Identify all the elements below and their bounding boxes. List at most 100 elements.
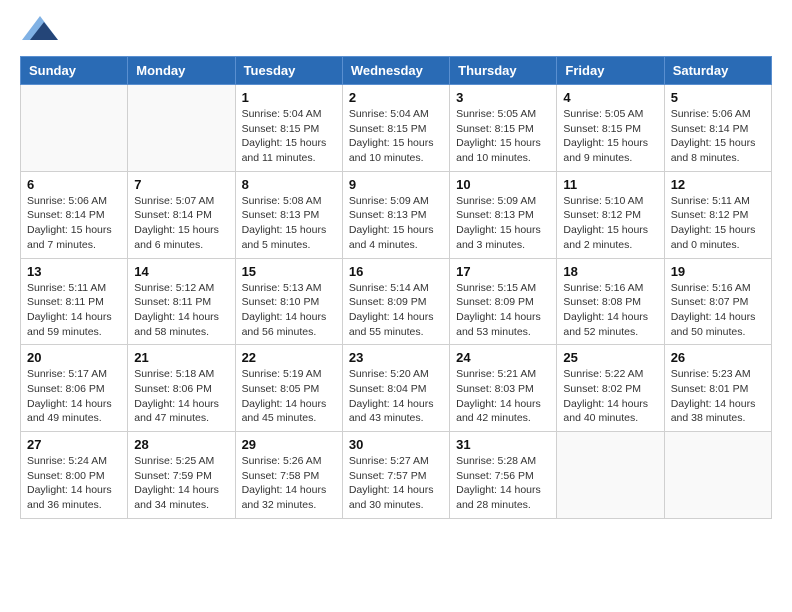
logo <box>20 20 58 40</box>
day-number: 14 <box>134 264 228 279</box>
day-info: Sunrise: 5:23 AM Sunset: 8:01 PM Dayligh… <box>671 367 765 426</box>
day-info: Sunrise: 5:19 AM Sunset: 8:05 PM Dayligh… <box>242 367 336 426</box>
calendar-cell: 24 Sunrise: 5:21 AM Sunset: 8:03 PM Dayli… <box>450 345 557 432</box>
calendar-week-row: 6Sunrise: 5:06 AM Sunset: 8:14 PM Daylig… <box>21 171 772 258</box>
day-number: 3 <box>456 90 550 105</box>
day-info: Sunrise: 5:21 AM Sunset: 8:03 PM Dayligh… <box>456 367 550 426</box>
day-info: Sunrise: 5:16 AM Sunset: 8:07 PM Dayligh… <box>671 281 765 340</box>
calendar-table: SundayMondayTuesdayWednesdayThursdayFrid… <box>20 56 772 519</box>
day-number: 1 <box>242 90 336 105</box>
calendar-cell: 29Sunrise: 5:26 AM Sunset: 7:58 PM Dayli… <box>235 432 342 519</box>
day-number: 9 <box>349 177 443 192</box>
day-number: 13 <box>27 264 121 279</box>
day-info: Sunrise: 5:15 AM Sunset: 8:09 PM Dayligh… <box>456 281 550 340</box>
day-number: 12 <box>671 177 765 192</box>
day-number: 2 <box>349 90 443 105</box>
day-info: Sunrise: 5:18 AM Sunset: 8:06 PM Dayligh… <box>134 367 228 426</box>
calendar-week-row: 20 Sunrise: 5:17 AM Sunset: 8:06 PM Dayli… <box>21 345 772 432</box>
calendar-cell <box>21 85 128 172</box>
day-number: 7 <box>134 177 228 192</box>
day-info: Sunrise: 5:26 AM Sunset: 7:58 PM Dayligh… <box>242 454 336 513</box>
calendar-cell: 28 Sunrise: 5:25 AM Sunset: 7:59 PM Dayli… <box>128 432 235 519</box>
day-number: 10 <box>456 177 550 192</box>
calendar-cell <box>664 432 771 519</box>
calendar-cell: 21 Sunrise: 5:18 AM Sunset: 8:06 PM Dayli… <box>128 345 235 432</box>
calendar-week-row: 1 Sunrise: 5:04 AM Sunset: 8:15 PM Daylig… <box>21 85 772 172</box>
calendar-cell: 4 Sunrise: 5:05 AM Sunset: 8:15 PM Daylig… <box>557 85 664 172</box>
calendar-cell: 5Sunrise: 5:06 AM Sunset: 8:14 PM Daylig… <box>664 85 771 172</box>
day-number: 31 <box>456 437 550 452</box>
calendar-cell: 27 Sunrise: 5:24 AM Sunset: 8:00 PM Dayli… <box>21 432 128 519</box>
calendar-week-row: 13Sunrise: 5:11 AM Sunset: 8:11 PM Dayli… <box>21 258 772 345</box>
calendar-cell: 26Sunrise: 5:23 AM Sunset: 8:01 PM Dayli… <box>664 345 771 432</box>
calendar-week-row: 27 Sunrise: 5:24 AM Sunset: 8:00 PM Dayli… <box>21 432 772 519</box>
day-number: 24 <box>456 350 550 365</box>
day-info: Sunrise: 5:12 AM Sunset: 8:11 PM Dayligh… <box>134 281 228 340</box>
day-info: Sunrise: 5:05 AM Sunset: 8:15 PM Dayligh… <box>563 107 657 166</box>
calendar-cell: 3 Sunrise: 5:05 AM Sunset: 8:15 PM Daylig… <box>450 85 557 172</box>
day-info: Sunrise: 5:08 AM Sunset: 8:13 PM Dayligh… <box>242 194 336 253</box>
day-number: 16 <box>349 264 443 279</box>
calendar-cell: 30Sunrise: 5:27 AM Sunset: 7:57 PM Dayli… <box>342 432 449 519</box>
day-info: Sunrise: 5:06 AM Sunset: 8:14 PM Dayligh… <box>671 107 765 166</box>
day-number: 22 <box>242 350 336 365</box>
calendar-cell: 25 Sunrise: 5:22 AM Sunset: 8:02 PM Dayli… <box>557 345 664 432</box>
page-header <box>20 20 772 40</box>
day-number: 18 <box>563 264 657 279</box>
calendar-cell: 11 Sunrise: 5:10 AM Sunset: 8:12 PM Dayli… <box>557 171 664 258</box>
header-friday: Friday <box>557 57 664 85</box>
day-info: Sunrise: 5:20 AM Sunset: 8:04 PM Dayligh… <box>349 367 443 426</box>
day-info: Sunrise: 5:05 AM Sunset: 8:15 PM Dayligh… <box>456 107 550 166</box>
day-info: Sunrise: 5:27 AM Sunset: 7:57 PM Dayligh… <box>349 454 443 513</box>
day-info: Sunrise: 5:17 AM Sunset: 8:06 PM Dayligh… <box>27 367 121 426</box>
day-info: Sunrise: 5:13 AM Sunset: 8:10 PM Dayligh… <box>242 281 336 340</box>
day-number: 20 <box>27 350 121 365</box>
day-info: Sunrise: 5:04 AM Sunset: 8:15 PM Dayligh… <box>349 107 443 166</box>
calendar-cell: 2 Sunrise: 5:04 AM Sunset: 8:15 PM Daylig… <box>342 85 449 172</box>
calendar-cell: 18Sunrise: 5:16 AM Sunset: 8:08 PM Dayli… <box>557 258 664 345</box>
day-info: Sunrise: 5:28 AM Sunset: 7:56 PM Dayligh… <box>456 454 550 513</box>
day-number: 28 <box>134 437 228 452</box>
day-info: Sunrise: 5:09 AM Sunset: 8:13 PM Dayligh… <box>456 194 550 253</box>
calendar-cell: 16 Sunrise: 5:14 AM Sunset: 8:09 PM Dayli… <box>342 258 449 345</box>
logo-icon <box>22 16 58 40</box>
calendar-cell: 23Sunrise: 5:20 AM Sunset: 8:04 PM Dayli… <box>342 345 449 432</box>
day-info: Sunrise: 5:11 AM Sunset: 8:12 PM Dayligh… <box>671 194 765 253</box>
day-number: 6 <box>27 177 121 192</box>
day-number: 15 <box>242 264 336 279</box>
calendar-cell <box>557 432 664 519</box>
day-info: Sunrise: 5:25 AM Sunset: 7:59 PM Dayligh… <box>134 454 228 513</box>
day-number: 19 <box>671 264 765 279</box>
calendar-cell: 1 Sunrise: 5:04 AM Sunset: 8:15 PM Daylig… <box>235 85 342 172</box>
day-info: Sunrise: 5:09 AM Sunset: 8:13 PM Dayligh… <box>349 194 443 253</box>
calendar-cell: 10 Sunrise: 5:09 AM Sunset: 8:13 PM Dayli… <box>450 171 557 258</box>
calendar-cell: 20 Sunrise: 5:17 AM Sunset: 8:06 PM Dayli… <box>21 345 128 432</box>
header-tuesday: Tuesday <box>235 57 342 85</box>
day-info: Sunrise: 5:22 AM Sunset: 8:02 PM Dayligh… <box>563 367 657 426</box>
calendar-cell: 22 Sunrise: 5:19 AM Sunset: 8:05 PM Dayli… <box>235 345 342 432</box>
day-number: 11 <box>563 177 657 192</box>
day-number: 17 <box>456 264 550 279</box>
calendar-cell: 7 Sunrise: 5:07 AM Sunset: 8:14 PM Daylig… <box>128 171 235 258</box>
day-info: Sunrise: 5:04 AM Sunset: 8:15 PM Dayligh… <box>242 107 336 166</box>
day-number: 25 <box>563 350 657 365</box>
calendar-cell: 15 Sunrise: 5:13 AM Sunset: 8:10 PM Dayli… <box>235 258 342 345</box>
calendar-cell <box>128 85 235 172</box>
day-number: 27 <box>27 437 121 452</box>
calendar-cell: 17 Sunrise: 5:15 AM Sunset: 8:09 PM Dayli… <box>450 258 557 345</box>
day-info: Sunrise: 5:07 AM Sunset: 8:14 PM Dayligh… <box>134 194 228 253</box>
header-saturday: Saturday <box>664 57 771 85</box>
day-info: Sunrise: 5:14 AM Sunset: 8:09 PM Dayligh… <box>349 281 443 340</box>
day-number: 4 <box>563 90 657 105</box>
calendar-cell: 31 Sunrise: 5:28 AM Sunset: 7:56 PM Dayli… <box>450 432 557 519</box>
header-sunday: Sunday <box>21 57 128 85</box>
day-number: 21 <box>134 350 228 365</box>
calendar-cell: 14 Sunrise: 5:12 AM Sunset: 8:11 PM Dayli… <box>128 258 235 345</box>
header-thursday: Thursday <box>450 57 557 85</box>
calendar-header-row: SundayMondayTuesdayWednesdayThursdayFrid… <box>21 57 772 85</box>
day-info: Sunrise: 5:10 AM Sunset: 8:12 PM Dayligh… <box>563 194 657 253</box>
header-wednesday: Wednesday <box>342 57 449 85</box>
day-info: Sunrise: 5:24 AM Sunset: 8:00 PM Dayligh… <box>27 454 121 513</box>
day-number: 8 <box>242 177 336 192</box>
calendar-cell: 9 Sunrise: 5:09 AM Sunset: 8:13 PM Daylig… <box>342 171 449 258</box>
